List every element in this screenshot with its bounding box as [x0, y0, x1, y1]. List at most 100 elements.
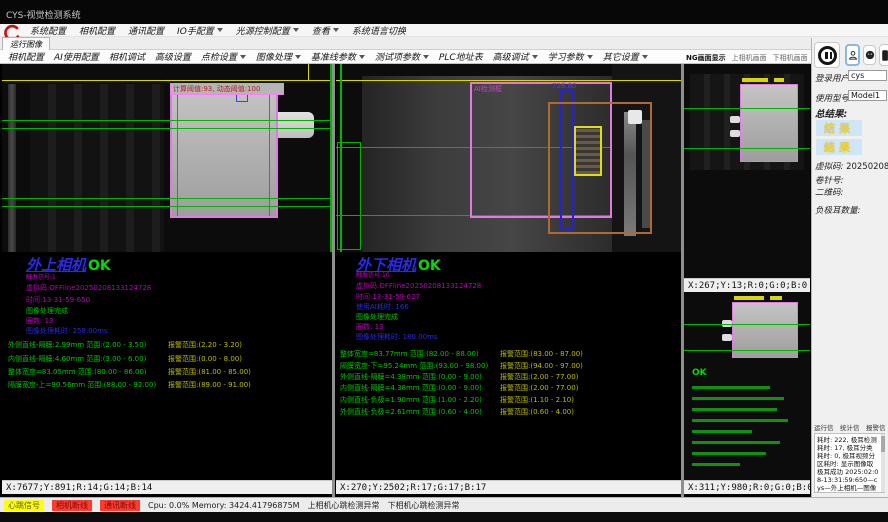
measurement-row: 外侧直线-隔膜=4.38mm 范围:(0.00 - 9.00) [340, 372, 482, 382]
tool-advanced-debug[interactable]: 高级调试 [493, 50, 538, 63]
exit-button[interactable] [879, 44, 888, 66]
processing-done-text: 图像处理完成 [356, 312, 398, 322]
reference-line [2, 128, 332, 129]
left-camera-image[interactable]: 计算阈值:93, 动态阈值:100 [2, 64, 332, 252]
tool-camera-config[interactable]: 相机配置 [8, 50, 44, 63]
model-label: 使用型号: [815, 92, 852, 104]
user-account-button[interactable] [863, 45, 876, 65]
tab-part [722, 334, 732, 341]
mini-text-line [692, 463, 740, 466]
preview-tab-lower-cam[interactable]: 下相机画面 [773, 53, 808, 64]
measurement-row: 内侧直线-隔膜:4.60mm 范围:(3.00 - 6.00) [8, 354, 146, 364]
reference-line [2, 120, 332, 121]
tool-camera-debug[interactable]: 相机调试 [109, 50, 145, 63]
turns-count-text: 圈数: 13 [356, 322, 384, 332]
right-coordinate-bar: X:270;Y:2502;R:17;G:17;B:17 [336, 480, 681, 494]
preview-top-image[interactable] [684, 64, 810, 278]
model-field[interactable]: Model1 [848, 90, 887, 101]
alarm-range: 报警范围:(2.20 - 3.20) [168, 340, 242, 350]
menu-view[interactable]: 查看 [312, 24, 339, 37]
log-text-area[interactable]: 耗时: 222, 极耳检测耗时: 17, 极耳分类耗时: 0, 极耳视频分区耗时… [814, 433, 885, 493]
tool-test-item-params[interactable]: 测试项参数 [375, 50, 429, 63]
ai-elapsed-text: 使用AI耗时: 166 [356, 302, 409, 312]
user-outline-icon [848, 50, 858, 60]
preview-bottom-coordinate-bar: X:311;Y:980;R:0;G:0;B:0 [684, 480, 810, 494]
elapsed-time-text: 图像处理耗时: 180.00ms [356, 332, 438, 342]
menu-system-config[interactable]: 系统配置 [30, 24, 66, 37]
virtual-barcode-text: 虚拟码:OFFline20250208133124728 [356, 281, 481, 291]
virtual-barcode-text: 虚拟码:OFFline20250208133124728 [26, 283, 151, 293]
battery-cell-region [740, 84, 798, 162]
result-ok-text: OK [418, 258, 441, 274]
dropdown-arrow-icon [642, 55, 648, 59]
tool-plc-address[interactable]: PLC地址表 [439, 50, 483, 63]
tool-advanced-settings[interactable]: 高级设置 [155, 50, 191, 63]
tab-stack-yellow-box [574, 126, 602, 176]
tool-learning-params[interactable]: 学习参数 [548, 50, 593, 63]
qr-code-label: 二维码: [815, 186, 843, 198]
machine-strip [8, 84, 16, 252]
preview-tab-upper-cam[interactable]: 上相机画面 [732, 53, 767, 64]
pause-icon [818, 46, 837, 65]
dropdown-arrow-icon [532, 55, 538, 59]
user-filled-icon [865, 50, 875, 60]
lower-camera-warning: 下相机心跳检测异常 [388, 500, 460, 511]
login-user-button[interactable] [845, 44, 860, 66]
pixel-coordinate-readout: X:7677;Y:891;R:14;G:14;B:14 [6, 483, 152, 493]
preview-tab-strip: NG画面显示 上相机画面 下相机画面 [686, 53, 810, 64]
dropdown-arrow-icon [295, 55, 301, 59]
reference-line [684, 350, 810, 351]
log-scrollbar[interactable] [881, 434, 885, 492]
panel-divider [332, 64, 335, 497]
gripper-part [278, 112, 314, 138]
alarm-range: 报警范围:(83.00 - 87.00) [500, 349, 583, 359]
ai-box-label: AI检测框 [474, 84, 502, 94]
processing-done-text: 图像处理完成 [26, 306, 68, 316]
blue-measure-value: 728.80 [552, 82, 577, 90]
cpu-memory-readout: Cpu: 0.0% Memory: 3424.41796875M [148, 501, 300, 510]
app-window: CYS-视觉检测系统 系统配置 相机配置 通讯配置 IO手配置 光源控制配置 查… [0, 0, 888, 522]
elapsed-time-text: 图像处理耗时: 258.00ms [26, 326, 108, 336]
trigger-signal-text: 触发信号:10 [356, 270, 390, 279]
calibration-line-horizontal [2, 80, 332, 81]
turns-count-text: 圈数: 13 [26, 316, 54, 326]
calibration-line-horizontal [336, 80, 681, 81]
left-camera-panel: 计算阈值:93, 动态阈值:100 外上相机OK 触发信号:1 虚拟码:OFFl… [2, 64, 332, 497]
tool-other-settings[interactable]: 其它设置 [603, 50, 648, 63]
total-result-label: 总结果: [815, 106, 847, 120]
menu-light-config[interactable]: 光源控制配置 [236, 24, 299, 37]
measurement-row: 内侧直线-负极=1.90mm 范围:(1.00 - 2.20) [340, 395, 482, 405]
result-badge-bottom: 结果 [816, 139, 862, 155]
tool-ai-usage-config[interactable]: AI使用配置 [54, 50, 99, 63]
pause-button[interactable] [814, 42, 840, 68]
right-camera-image[interactable]: AI检测框 728.80 [336, 64, 681, 252]
trigger-signal-text: 触发信号:1 [26, 272, 56, 281]
measure-line-vertical [269, 88, 270, 216]
edge-detection-box [337, 142, 361, 250]
preview-bottom-image[interactable]: OK [684, 292, 810, 480]
pixel-coordinate-readout: X:311;Y:980;R:0;G:0;B:0 [688, 483, 810, 493]
alarm-range: 报警范围:(89.00 - 91.00) [168, 380, 251, 390]
preview-tab-ng[interactable]: NG画面显示 [686, 53, 726, 64]
tool-image-processing[interactable]: 图像处理 [256, 50, 301, 63]
mini-text-line [692, 452, 766, 455]
tool-spot-check[interactable]: 点检设置 [201, 50, 246, 63]
reference-line [2, 206, 332, 207]
pixel-coordinate-readout: X:270;Y:2502;R:17;G:17;B:17 [340, 483, 486, 493]
calibration-line-vertical [308, 64, 309, 80]
menu-io-config[interactable]: IO手配置 [177, 24, 223, 37]
alarm-range: 报警范围:(2.00 - 77.00) [500, 372, 578, 382]
anode-tab-count-label: 负极耳数量: [815, 204, 860, 216]
mini-text-line [692, 441, 780, 444]
tool-baseline-params[interactable]: 基准线参数 [311, 50, 365, 63]
upper-camera-warning: 上相机心跳检测异常 [308, 500, 380, 511]
dropdown-arrow-icon [240, 55, 246, 59]
menu-language-switch[interactable]: 系统语言切换 [352, 24, 406, 37]
preview-bottom-panel: OK X:311;Y:980;R:0;G:0;B:0 [684, 292, 810, 494]
dropdown-arrow-icon [587, 55, 593, 59]
menu-camera-config[interactable]: 相机配置 [79, 24, 115, 37]
tab-run-image[interactable]: 运行图像 [2, 37, 50, 50]
result-ok-text: OK [88, 258, 111, 274]
menu-comm-config[interactable]: 通讯配置 [128, 24, 164, 37]
login-user-field[interactable]: cys [848, 70, 887, 81]
